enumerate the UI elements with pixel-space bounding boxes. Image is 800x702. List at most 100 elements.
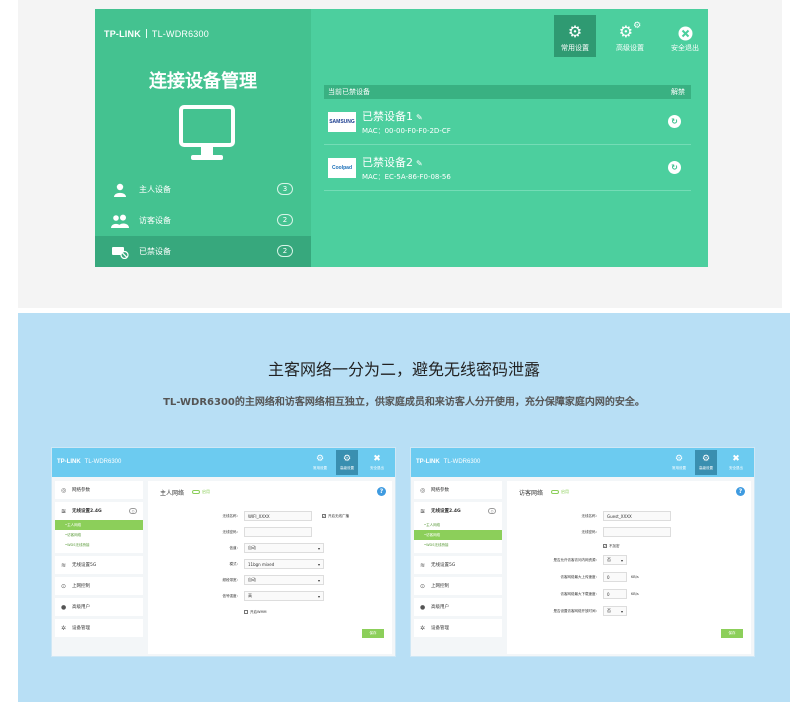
upload-input[interactable]: 0	[603, 572, 627, 582]
sidebar-item-management[interactable]: ✲ 设备管理	[414, 619, 502, 637]
sidebar-item-network[interactable]: ◎ 网络参数	[55, 481, 143, 499]
common-settings-button[interactable]: ⚙ 常用设置	[668, 450, 690, 475]
chevron-down-icon: ▾	[317, 577, 320, 583]
gears-icon: ⚙	[342, 454, 352, 464]
password-row: 无线密码：	[547, 527, 671, 537]
unban-icon[interactable]: ↻	[668, 161, 681, 174]
power-select[interactable]: 高 ▾	[244, 591, 324, 601]
help-icon[interactable]: ?	[736, 487, 745, 496]
broadcast-checkbox[interactable]: ✓ 开启无线广播	[322, 513, 349, 519]
edit-icon[interactable]: ✎	[416, 159, 423, 168]
panel-title: 访客网络	[519, 490, 544, 497]
advanced-settings-button[interactable]: ⚙ 高级设置	[695, 450, 717, 475]
device-manager-window: TP-LINK TL-WDR6300 连接设备管理 主人设备 3 访客设备 2	[95, 9, 708, 267]
wifi-icon: ≋	[61, 561, 67, 569]
ssid-row: 无线名称： Guest_XXXX	[547, 511, 671, 521]
save-button[interactable]: 保存	[721, 629, 743, 638]
mode-select[interactable]: 11bgn mixed ▾	[244, 559, 324, 569]
toggle-icon: ○	[488, 508, 496, 514]
blocked-device-icon	[111, 244, 129, 260]
upload-row: 访客网络最大上传速度： 0 KB/s	[517, 572, 639, 582]
device-name: 已禁设备2 ✎	[362, 155, 423, 169]
tools-icon: ✲	[420, 624, 426, 632]
intranet-select[interactable]: 否 ▾	[603, 555, 627, 565]
wifi-icon: ≋	[61, 507, 67, 515]
password-input[interactable]	[603, 527, 671, 537]
toolbar-label: 高级设置	[616, 44, 644, 52]
sidebar-item-network[interactable]: ◎ 网络参数	[414, 481, 502, 499]
help-icon[interactable]: ?	[377, 487, 386, 496]
samsung-logo: SAMSUNG	[328, 111, 356, 132]
user-icon: ●	[61, 603, 67, 611]
top-bar: TP-LINK TL-WDR6300 ⚙ 常用设置 ⚙ 高级设置 ✖ 安全退出	[52, 448, 395, 477]
model-name: TL-WDR6300	[151, 29, 209, 39]
globe-icon: ◎	[420, 486, 426, 494]
sidebar-item-users[interactable]: ● 高级用户	[55, 598, 143, 616]
sidebar-item-control[interactable]: ⊙ 上网控制	[55, 577, 143, 595]
settings-panel: 访客网络 启用 ? 无线名称： Guest_XXXX 无线密码： ✓ 不加密 是否…	[507, 481, 751, 654]
enable-toggle[interactable]: 启用	[551, 489, 569, 495]
close-icon	[664, 15, 706, 43]
sidebar-item-wireless5[interactable]: ≋ 无线设置5G	[55, 556, 143, 574]
timeout-select[interactable]: 否 ▾	[603, 606, 627, 616]
sidebar: ◎ 网络参数 ≋ 无线设置2.4G ○ • 主人网络 • 访客网络 • WDS无线桥接…	[414, 481, 502, 640]
edit-icon[interactable]: ✎	[416, 113, 423, 122]
ssid-input[interactable]: Guest_XXXX	[603, 511, 671, 521]
download-input[interactable]: 0	[603, 589, 627, 599]
chevron-down-icon: ▾	[317, 561, 320, 567]
common-settings-button[interactable]: ⚙ 常用设置	[309, 450, 331, 475]
menu-item-host-devices[interactable]: 主人设备 3	[95, 174, 311, 205]
content-area: ◎ 网络参数 ≋ 无线设置2.4G ○ • 主人网络 • 访客网络 • WDS无线桥接…	[411, 477, 754, 656]
no-encryption-checkbox[interactable]: ✓ 不加密	[603, 541, 620, 551]
chevron-down-icon: ▾	[317, 545, 320, 551]
ssid-input[interactable]: WIFI_XXXX	[244, 511, 312, 521]
device-mac: MAC：00-00-F0-F0-2D-CF	[362, 126, 451, 135]
blocked-device-list: 当前已禁设备 解禁 SAMSUNG 已禁设备1 ✎ MAC：00-00-F0-F0…	[324, 85, 691, 191]
menu-item-guest-devices[interactable]: 访客设备 2	[95, 205, 311, 236]
sidebar-item-control[interactable]: ⊙ 上网控制	[414, 577, 502, 595]
channel-select[interactable]: 自动 ▾	[244, 543, 324, 553]
list-header: 当前已禁设备 解禁	[324, 85, 691, 99]
menu-item-blocked-devices[interactable]: 已禁设备 2	[95, 236, 311, 267]
user-icon	[111, 182, 129, 198]
page-title: 连接设备管理	[149, 71, 257, 92]
guest-network-screenshot: TP-LINK TL-WDR6300 ⚙ 常用设置 ⚙ 高级设置 ✖ 安全退出 ◎ 网络参…	[410, 447, 755, 657]
sidebar-item-wireless24[interactable]: ≋ 无线设置2.4G ○	[414, 502, 502, 520]
sidebar-sub-guest-network[interactable]: • 访客网络	[55, 530, 143, 540]
common-settings-button[interactable]: ⚙ 常用设置	[554, 15, 596, 57]
device-mac: MAC：EC-5A-86-F0-08-56	[362, 172, 451, 181]
sidebar-sub-wds[interactable]: • WDS无线桥接	[414, 540, 502, 550]
monitor-icon	[179, 105, 235, 160]
device-name: 已禁设备1 ✎	[362, 109, 423, 123]
menu-label: 已禁设备	[139, 247, 171, 256]
brand-header: TP-LINK TL-WDR6300	[104, 29, 209, 39]
logout-button[interactable]: 安全退出	[664, 15, 706, 57]
unban-icon[interactable]: ↻	[668, 115, 681, 128]
advanced-settings-button[interactable]: ⚙ 高级设置	[336, 450, 358, 475]
wmm-checkbox[interactable]: 开启WMM	[244, 607, 267, 617]
sidebar-sub-guest-network[interactable]: • 访客网络	[414, 530, 502, 540]
timeout-row: 是否设置访客网络开放时间： 否 ▾	[517, 606, 627, 616]
advanced-settings-button[interactable]: ⚙ ⚙ 高级设置	[609, 15, 651, 57]
sidebar-sub-host-network[interactable]: • 主人网络	[55, 520, 143, 530]
save-button[interactable]: 保存	[362, 629, 384, 638]
sidebar-item-wireless5[interactable]: ≋ 无线设置5G	[414, 556, 502, 574]
password-input[interactable]	[244, 527, 312, 537]
sidebar-sub-host-network[interactable]: • 主人网络	[414, 520, 502, 530]
sidebar-item-users[interactable]: ● 高级用户	[414, 598, 502, 616]
enable-toggle[interactable]: 启用	[192, 489, 210, 495]
top-bar: TP-LINK TL-WDR6300 ⚙ 常用设置 ⚙ 高级设置 ✖ 安全退出	[411, 448, 754, 477]
logout-button[interactable]: ✖ 安全退出	[366, 450, 388, 475]
bandwidth-select[interactable]: 自动 ▾	[244, 575, 324, 585]
brand-logo: TP-LINK	[104, 29, 141, 39]
sidebar-sub-wds[interactable]: • WDS无线桥接	[55, 540, 143, 550]
toolbar-label: 常用设置	[561, 44, 589, 52]
sidebar-item-wireless24[interactable]: ≋ 无线设置2.4G ○	[55, 502, 143, 520]
logout-button[interactable]: ✖ 安全退出	[725, 450, 747, 475]
content-area: ◎ 网络参数 ≋ 无线设置2.4G ○ • 主人网络 • 访客网络 • WDS无线桥接…	[52, 477, 395, 656]
brand-header: TP-LINK TL-WDR6300	[57, 459, 122, 465]
password-row: 无线密码：	[188, 527, 312, 537]
count-badge: 2	[277, 245, 293, 257]
chevron-down-icon: ▾	[620, 608, 623, 614]
sidebar-item-management[interactable]: ✲ 设备管理	[55, 619, 143, 637]
